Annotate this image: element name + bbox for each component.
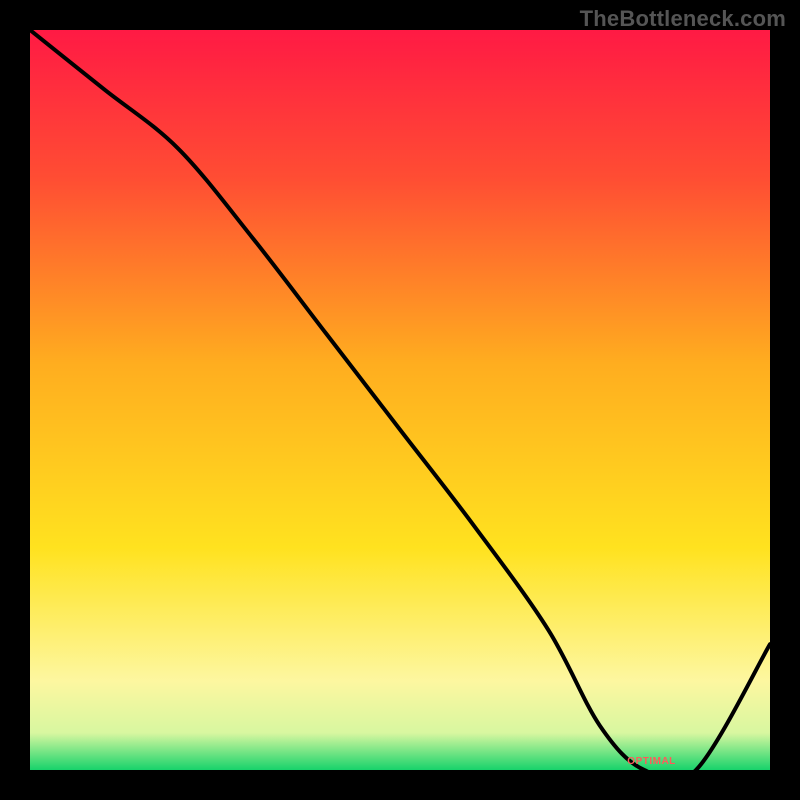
bottleneck-chart xyxy=(30,30,770,770)
chart-container: TheBottleneck.com OPTIMAL xyxy=(0,0,800,800)
gradient-background xyxy=(30,30,770,770)
plot-frame: OPTIMAL xyxy=(30,30,770,770)
watermark-text: TheBottleneck.com xyxy=(580,6,786,32)
optimal-marker: OPTIMAL xyxy=(627,756,676,767)
